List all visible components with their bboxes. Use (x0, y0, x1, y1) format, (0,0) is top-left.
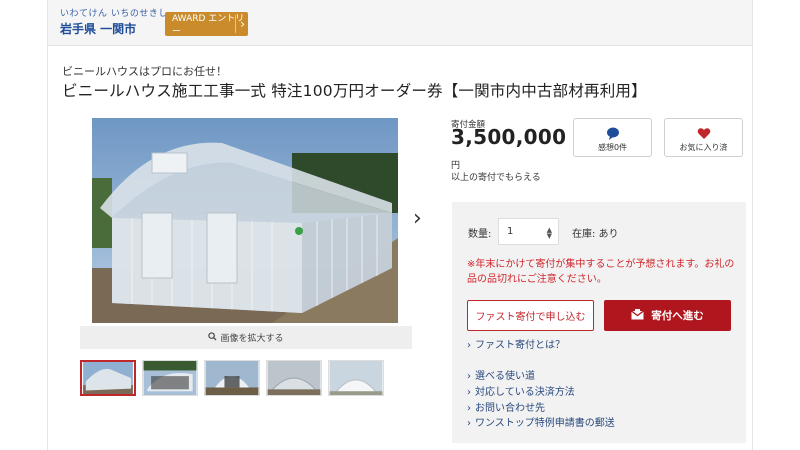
thumbnail-3[interactable] (204, 360, 260, 396)
award-divider (235, 15, 236, 33)
envelope-icon (631, 308, 645, 323)
heart-icon (665, 125, 742, 139)
quantity-label: 数量: (468, 229, 492, 240)
updown-caret-icon: ▲ ▼ (546, 226, 552, 240)
link-label: ファスト寄付とは？ (475, 340, 565, 351)
quantity-value: 1 (507, 226, 514, 237)
magnifier-icon (208, 331, 218, 344)
municipality-block[interactable]: いわてけん いちのせきし 岩手県 一関市 (60, 9, 168, 37)
link-contact[interactable]: › お問い合わせ先 (467, 399, 545, 414)
chevron-right-icon: › (467, 403, 471, 414)
link-payment-methods[interactable]: › 対応している決済方法 (467, 383, 575, 398)
reviews-button[interactable]: 感想0件 (573, 118, 652, 157)
page-border-right (752, 0, 753, 450)
award-entry-label: AWARD エントリー (172, 14, 245, 37)
stock-status: 在庫: あり (572, 229, 619, 240)
chevron-right-icon: › (240, 17, 245, 31)
order-panel: 数量: 1 ▲ ▼ 在庫: あり ※年末にかけて寄付が集中することが予想されます。… (452, 202, 746, 443)
municipality-header: いわてけん いちのせきし 岩手県 一関市 AWARD エントリー › (48, 0, 752, 46)
fast-donation-button[interactable]: ファスト寄付で申し込む (467, 300, 594, 331)
chevron-right-icon: › (467, 418, 471, 429)
chevron-right-icon: › (467, 371, 471, 382)
zoom-image-button[interactable]: 画像を拡大する (80, 326, 412, 349)
favorite-label: お気に入り済 (679, 143, 728, 152)
greenhouse-photo (92, 118, 398, 323)
link-fast-donation-info[interactable]: › ファスト寄付とは？ (467, 336, 565, 351)
link-label: お問い合わせ先 (475, 403, 545, 414)
link-usage-options[interactable]: › 選べる使い道 (467, 367, 535, 382)
award-entry-button[interactable]: AWARD エントリー › (165, 12, 248, 37)
quantity-select[interactable]: 1 ▲ ▼ (498, 218, 559, 245)
stock-warning: ※年末にかけて寄付が集中することが予想されます。お礼の品の品切れにご注意ください… (467, 259, 735, 285)
link-label: 選べる使い道 (475, 371, 535, 382)
thumbnail-4[interactable] (266, 360, 322, 396)
reviews-label: 感想0件 (597, 143, 628, 152)
price-note: 以上の寄付でもらえる (451, 173, 541, 183)
thumbnail-1[interactable] (80, 360, 136, 396)
favorite-button[interactable]: お気に入り済 (664, 118, 743, 157)
price-amount: 3,500,000 (451, 125, 567, 149)
next-image-chevron-icon[interactable]: › (413, 207, 422, 231)
main-product-image[interactable] (92, 118, 398, 323)
page-border-left (47, 0, 48, 450)
municipality-kana: いわてけん いちのせきし (60, 9, 168, 19)
chevron-right-icon: › (467, 387, 471, 398)
thumbnail-strip (80, 360, 390, 396)
zoom-image-label: 画像を拡大する (220, 334, 284, 344)
fast-donation-label: ファスト寄付で申し込む (475, 312, 586, 323)
catch-copy: ビニールハウスはプロにお任せ！ (62, 65, 227, 78)
link-label: ワンストップ特例申請書の郵送 (475, 418, 615, 429)
chevron-right-icon: › (467, 340, 471, 351)
proceed-donation-button[interactable]: 寄付へ進む (604, 300, 731, 331)
product-title: ビニールハウス施工工事一式 特注100万円オーダー券【一関市内中古部材再利用】 (62, 82, 647, 100)
speech-bubble-icon (574, 125, 651, 140)
thumbnail-2[interactable] (142, 360, 198, 396)
thumbnail-5[interactable] (328, 360, 384, 396)
municipality-name[interactable]: 岩手県 一関市 (60, 22, 168, 37)
link-one-stop-application[interactable]: › ワンストップ特例申請書の郵送 (467, 414, 615, 429)
proceed-donation-label: 寄付へ進む (651, 310, 704, 322)
link-label: 対応している決済方法 (475, 387, 575, 398)
